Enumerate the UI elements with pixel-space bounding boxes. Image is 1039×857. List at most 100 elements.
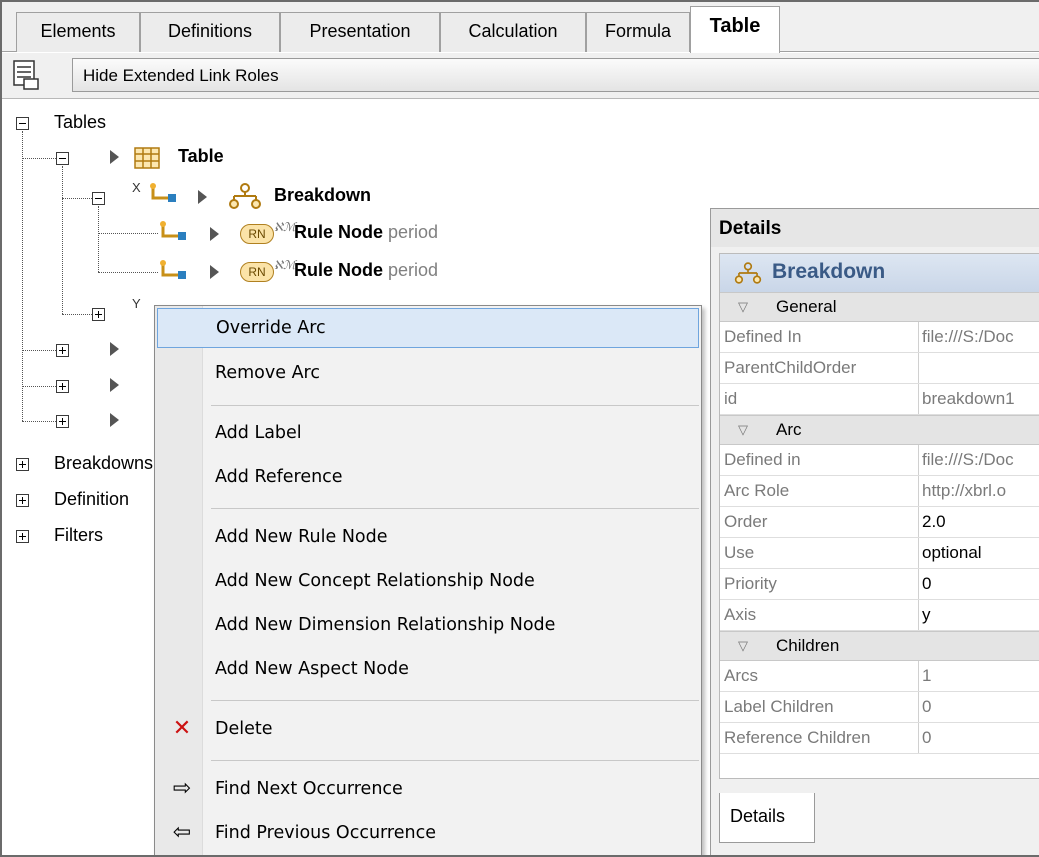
expand-arrow-icon[interactable]: [210, 265, 219, 279]
column-divider: [918, 445, 919, 475]
detail-key: Order: [724, 512, 768, 531]
arc-icon: [160, 260, 186, 279]
detail-row[interactable]: Reference Children 0: [720, 723, 1039, 754]
hide-extended-link-roles-button[interactable]: Hide Extended Link Roles: [72, 58, 1039, 92]
tab-label: Presentation: [309, 21, 411, 41]
menu-item-add-new-aspect-node[interactable]: Add New Aspect Node: [157, 650, 699, 690]
tab-label: Calculation: [468, 21, 558, 41]
column-divider: [918, 476, 919, 506]
tab-label: Definitions: [167, 21, 253, 41]
tree-item-tables[interactable]: Tables: [54, 112, 106, 133]
tree-connector: [62, 314, 92, 315]
expand-arrow-icon[interactable]: [110, 378, 119, 392]
menu-item-find-next-occurrence[interactable]: ⇨ Find Next Occurrence: [157, 770, 699, 810]
column-divider: [918, 723, 919, 753]
menu-item-label: Remove Arc: [215, 363, 320, 383]
tab-definitions[interactable]: Definitions: [140, 12, 280, 52]
collapse-triangle-icon: ▽: [738, 422, 748, 437]
tree-item-breakdowns[interactable]: Breakdowns: [54, 453, 153, 474]
section-general[interactable]: ▽ General: [720, 292, 1039, 322]
menu-item-label: Add New Concept Relationship Node: [215, 571, 535, 591]
tree-connector: [98, 206, 99, 272]
menu-item-label: Find Previous Occurrence: [215, 823, 436, 843]
section-children[interactable]: ▽ Children: [720, 631, 1039, 661]
menu-separator: [211, 405, 699, 406]
menu-item-remove-arc[interactable]: Remove Arc: [157, 354, 699, 394]
menu-item-find-previous-occurrence[interactable]: ⇦ Find Previous Occurrence: [157, 814, 699, 854]
menu-item-add-new-concept-relationship-node[interactable]: Add New Concept Relationship Node: [157, 562, 699, 602]
menu-item-add-new-rule-node[interactable]: Add New Rule Node: [157, 518, 699, 558]
expand-toggle[interactable]: [56, 415, 69, 428]
tree-item-filters[interactable]: Filters: [54, 525, 103, 546]
detail-row[interactable]: Defined In file:///S:/Doc: [720, 322, 1039, 353]
link-roles-icon[interactable]: [12, 59, 40, 91]
details-grid: Breakdown ▽ General Defined In file:///S:…: [719, 253, 1039, 779]
expand-toggle[interactable]: [56, 344, 69, 357]
column-divider: [918, 507, 919, 537]
detail-row[interactable]: id breakdown1: [720, 384, 1039, 415]
menu-item-delete[interactable]: ✕ Delete: [157, 710, 699, 750]
menu-item-override-arc[interactable]: Override Arc: [157, 308, 699, 348]
tree-connector: [62, 198, 96, 199]
tree-connector: [62, 166, 63, 314]
tree-item-definition[interactable]: Definition: [54, 489, 129, 510]
detail-row[interactable]: ParentChildOrder: [720, 353, 1039, 384]
detail-row[interactable]: Arcs 1: [720, 661, 1039, 692]
detail-row[interactable]: Axis y: [720, 600, 1039, 631]
expand-toggle[interactable]: [16, 530, 29, 543]
column-divider: [918, 600, 919, 630]
menu-item-add-new-dimension-relationship-node[interactable]: Add New Dimension Relationship Node: [157, 606, 699, 646]
menu-item-add-reference[interactable]: Add Reference: [157, 458, 699, 498]
detail-value: http://xbrl.o: [922, 481, 1007, 500]
expand-toggle[interactable]: [56, 380, 69, 393]
axis-y-label: Y: [132, 296, 141, 311]
tree-item-table[interactable]: Table: [178, 146, 224, 167]
tree-item-breakdown-x[interactable]: Breakdown: [274, 185, 371, 206]
tab-formula[interactable]: Formula: [586, 12, 690, 52]
tree-connector: [22, 158, 56, 159]
detail-key: Label Children: [724, 697, 834, 716]
collapse-toggle[interactable]: [92, 192, 105, 205]
expand-toggle[interactable]: [16, 458, 29, 471]
collapse-toggle[interactable]: [16, 117, 29, 130]
tree-item-rule-node[interactable]: Rule Node period: [294, 222, 438, 243]
detail-row[interactable]: Label Children 0: [720, 692, 1039, 723]
detail-row[interactable]: Order 2.0: [720, 507, 1039, 538]
detail-key: Priority: [724, 574, 777, 593]
expand-toggle[interactable]: [92, 308, 105, 321]
menu-item-label: Add New Aspect Node: [215, 659, 409, 679]
tab-presentation[interactable]: Presentation: [280, 12, 440, 52]
menu-item-label: Add Reference: [215, 467, 343, 487]
tab-details[interactable]: Details: [719, 793, 815, 843]
menu-item-add-label[interactable]: Add Label: [157, 414, 699, 454]
expand-arrow-icon[interactable]: [110, 342, 119, 356]
column-divider: [918, 569, 919, 599]
detail-value: file:///S:/Doc: [922, 327, 1014, 346]
details-header: Breakdown: [720, 254, 1039, 292]
expand-arrow-icon[interactable]: [198, 190, 207, 204]
detail-value: 0: [922, 574, 932, 593]
detail-row[interactable]: Use optional: [720, 538, 1039, 569]
expand-arrow-icon[interactable]: [210, 227, 219, 241]
detail-value: breakdown1: [922, 389, 1015, 408]
toolbar: Hide Extended Link Roles: [2, 53, 1039, 99]
tab-label: Details: [730, 806, 786, 826]
tree-item-rule-node[interactable]: Rule Node period: [294, 260, 438, 281]
detail-value: 2.0: [922, 512, 946, 531]
tab-calculation[interactable]: Calculation: [440, 12, 586, 52]
detail-row[interactable]: Defined in file:///S:/Doc: [720, 445, 1039, 476]
expand-arrow-icon[interactable]: [110, 413, 119, 427]
section-arc[interactable]: ▽ Arc: [720, 415, 1039, 445]
detail-row[interactable]: Priority 0: [720, 569, 1039, 600]
expand-arrow-icon[interactable]: [110, 150, 119, 164]
tab-elements[interactable]: Elements: [16, 12, 140, 52]
detail-key: Reference Children: [724, 728, 871, 747]
expand-toggle[interactable]: [16, 494, 29, 507]
tab-table[interactable]: Table: [690, 6, 780, 53]
rule-node-name: Rule Node: [294, 260, 384, 280]
tree-connector: [22, 421, 56, 422]
arrow-right-icon: ⇨: [172, 776, 192, 801]
detail-row[interactable]: Arc Role http://xbrl.o: [720, 476, 1039, 507]
column-divider: [918, 384, 919, 414]
collapse-toggle[interactable]: [56, 152, 69, 165]
